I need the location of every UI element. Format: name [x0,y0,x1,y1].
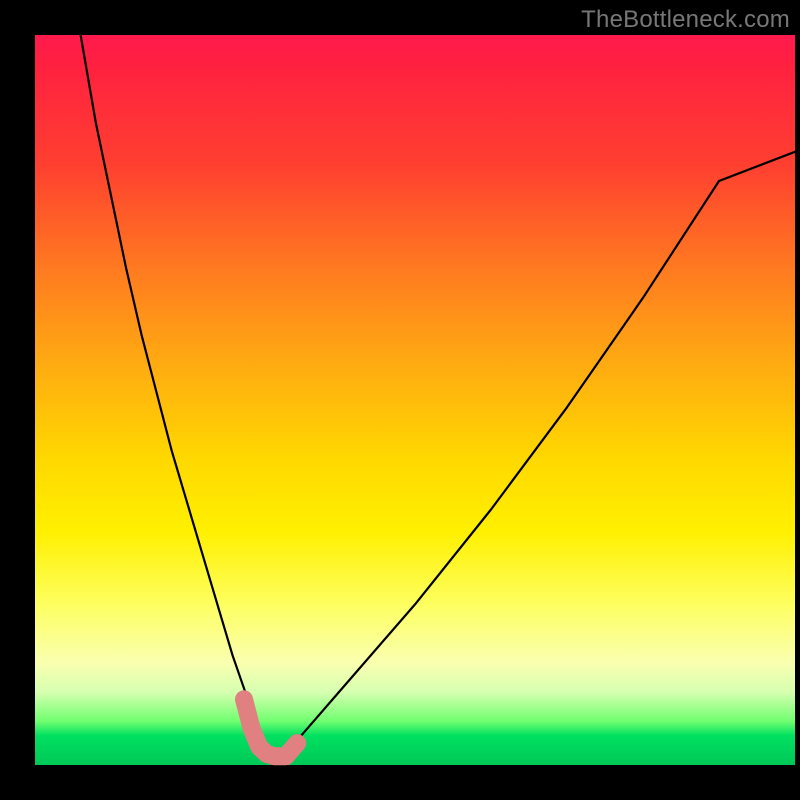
bottleneck-curve [81,35,795,758]
chart-frame: TheBottleneck.com [0,0,800,800]
chart-svg [35,35,795,765]
trough-marker [244,699,297,756]
watermark-text: TheBottleneck.com [581,6,790,34]
plot-area [35,35,795,765]
